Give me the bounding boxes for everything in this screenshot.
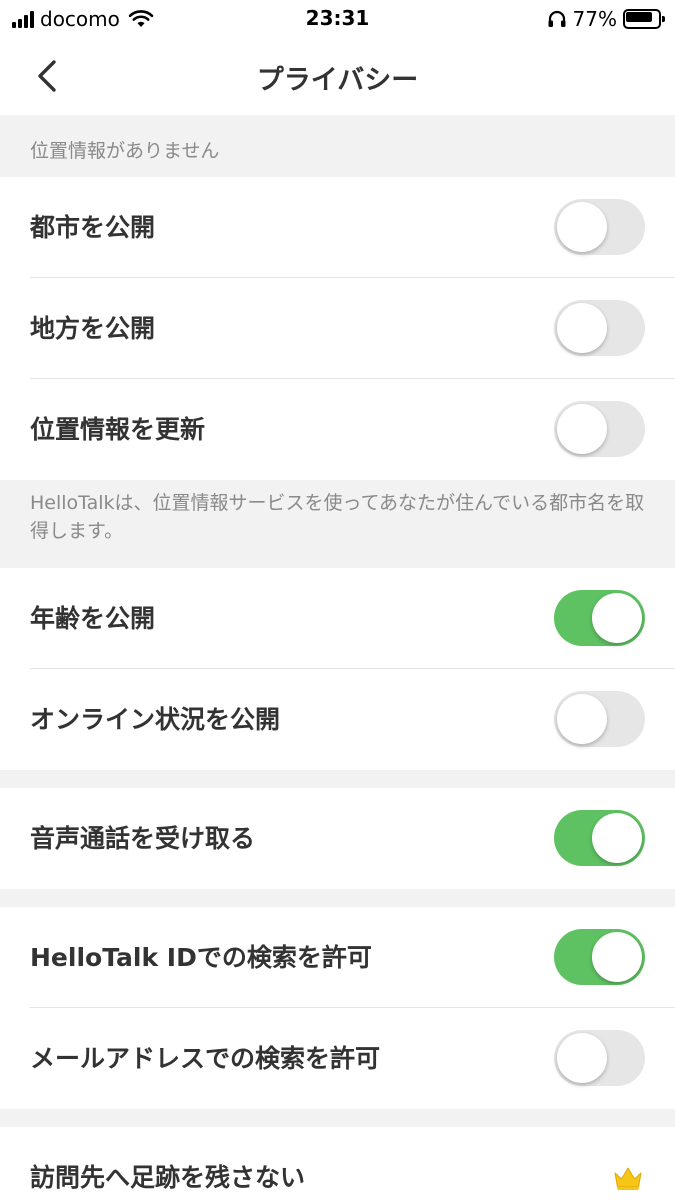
toggle-show-online-status[interactable]: [554, 691, 645, 747]
row-show-city[interactable]: 都市を公開: [0, 177, 675, 278]
row-label: 都市を公開: [30, 213, 156, 242]
location-section-footer: HelloTalkは、位置情報サービスを使ってあなたが住んでいる都市名を取得しま…: [0, 480, 675, 568]
row-receive-voice-calls[interactable]: 音声通話を受け取る: [0, 788, 675, 889]
row-update-location[interactable]: 位置情報を更新: [0, 379, 675, 480]
battery-percent: 77%: [572, 7, 617, 31]
toggle-show-city[interactable]: [554, 199, 645, 255]
row-show-age[interactable]: 年齢を公開: [0, 568, 675, 669]
row-search-by-email[interactable]: メールアドレスでの検索を許可: [0, 1008, 675, 1109]
row-show-region[interactable]: 地方を公開: [0, 278, 675, 379]
location-section-header: 位置情報がありません: [0, 115, 675, 177]
toggle-receive-voice-calls[interactable]: [554, 810, 645, 866]
toggle-show-age[interactable]: [554, 590, 645, 646]
row-label: 訪問先へ足跡を残さない: [30, 1163, 306, 1192]
status-right: 77%: [547, 7, 665, 31]
row-label: 音声通話を受け取る: [30, 824, 256, 853]
row-label: メールアドレスでの検索を許可: [30, 1044, 381, 1073]
toggle-search-by-id[interactable]: [554, 929, 645, 985]
row-label: 年齢を公開: [30, 604, 156, 633]
row-label: HelloTalk IDでの検索を許可: [30, 943, 372, 972]
toggle-update-location[interactable]: [554, 401, 645, 457]
toggle-search-by-email[interactable]: [554, 1030, 645, 1086]
row-hide-visit-footprint[interactable]: 訪問先へ足跡を残さない: [0, 1127, 675, 1200]
battery-icon: [623, 9, 665, 29]
crown-icon: [614, 1167, 642, 1190]
row-search-by-id[interactable]: HelloTalk IDでの検索を許可: [0, 907, 675, 1008]
row-label: 位置情報を更新: [30, 415, 206, 444]
nav-bar: プライバシー: [0, 38, 675, 115]
status-bar: docomo 23:31 77%: [0, 0, 675, 38]
row-show-online-status[interactable]: オンライン状況を公開: [0, 669, 675, 770]
toggle-show-region[interactable]: [554, 300, 645, 356]
page-title: プライバシー: [256, 65, 419, 96]
headphone-icon: [548, 10, 566, 27]
row-label: 地方を公開: [30, 314, 156, 343]
row-label: オンライン状況を公開: [30, 705, 281, 734]
location-footer-text: HelloTalkは、位置情報サービスを使ってあなたが住んでいる都市名を取得しま…: [30, 492, 645, 542]
location-header-text: 位置情報がありません: [30, 140, 220, 162]
